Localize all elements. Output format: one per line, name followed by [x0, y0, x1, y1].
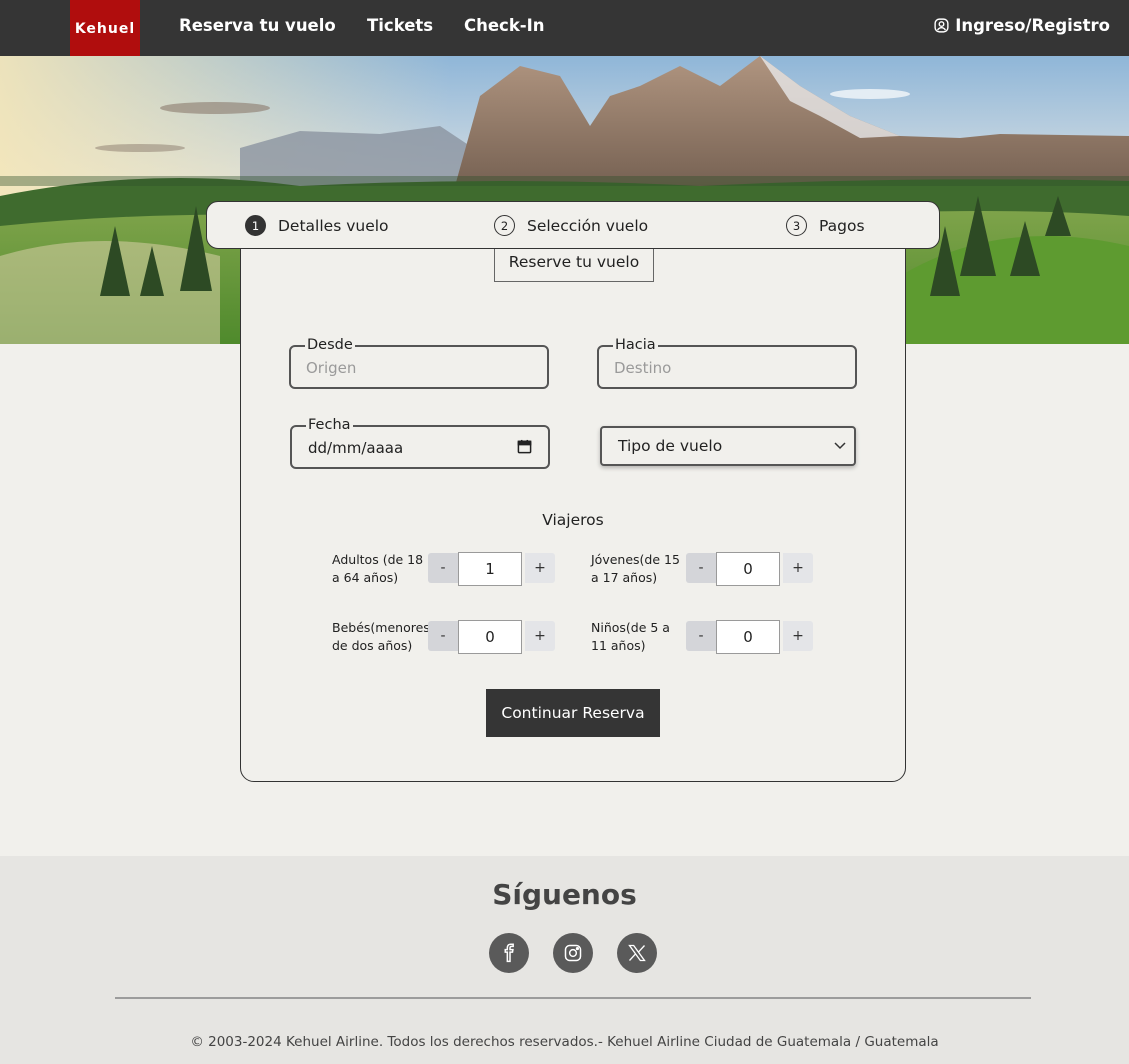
- logo[interactable]: Kehuel: [70, 0, 140, 56]
- origin-field[interactable]: Desde Origen: [289, 336, 549, 389]
- chevron-down-icon: [834, 442, 846, 450]
- step-seleccion[interactable]: 2 Selección vuelo: [494, 215, 648, 236]
- youth-label: Jóvenes(de 15 a 17 años): [591, 551, 686, 587]
- adults-count-input[interactable]: 1: [458, 552, 522, 586]
- children-plus-button[interactable]: +: [783, 621, 813, 651]
- youth-label-line1: Jóvenes(de 15: [591, 552, 680, 567]
- step-number: 1: [245, 215, 266, 236]
- flight-type-select[interactable]: Tipo de vuelo: [600, 426, 856, 466]
- origin-input[interactable]: Origen: [306, 359, 356, 377]
- nav-link-reserva[interactable]: Reserva tu vuelo: [179, 16, 336, 35]
- user-circle-icon: [934, 18, 949, 33]
- children-label-line1: Niños(de 5 a: [591, 620, 670, 635]
- facebook-link[interactable]: [489, 933, 529, 973]
- step-pagos[interactable]: 3 Pagos: [786, 215, 865, 236]
- instagram-icon: [564, 944, 582, 962]
- booking-form-card: Reserve tu vuelo Desde Origen Hacia Dest…: [240, 230, 906, 782]
- youth-label-line2: a 17 años): [591, 570, 658, 585]
- destination-input[interactable]: Destino: [614, 359, 671, 377]
- step-label: Pagos: [819, 216, 865, 235]
- date-input[interactable]: dd/mm/aaaa: [308, 439, 403, 457]
- travelers-title: Viajeros: [542, 511, 604, 529]
- continue-booking-button[interactable]: Continuar Reserva: [486, 689, 660, 737]
- x-icon: [628, 944, 646, 962]
- children-count-input[interactable]: 0: [716, 620, 780, 654]
- destination-field[interactable]: Hacia Destino: [597, 336, 857, 389]
- infants-stepper: - 0 +: [428, 620, 556, 654]
- step-number: 2: [494, 215, 515, 236]
- children-minus-button[interactable]: -: [686, 621, 716, 651]
- adults-label: Adultos (de 18 a 64 años): [332, 551, 427, 587]
- step-number: 3: [786, 215, 807, 236]
- adults-label-line2: a 64 años): [332, 570, 399, 585]
- youth-stepper: - 0 +: [686, 552, 814, 586]
- adults-label-line1: Adultos (de 18: [332, 552, 424, 567]
- adults-minus-button[interactable]: -: [428, 553, 458, 583]
- facebook-icon: [504, 943, 514, 963]
- youth-plus-button[interactable]: +: [783, 553, 813, 583]
- adults-plus-button[interactable]: +: [525, 553, 555, 583]
- children-stepper: - 0 +: [686, 620, 814, 654]
- x-link[interactable]: [617, 933, 657, 973]
- top-navbar: Kehuel Reserva tu vuelo Tickets Check-In…: [0, 0, 1129, 56]
- infants-label: Bebés(menores de dos años): [332, 619, 430, 655]
- step-label: Detalles vuelo: [278, 216, 389, 235]
- children-label-line2: 11 años): [591, 638, 646, 653]
- date-field[interactable]: Fecha dd/mm/aaaa: [290, 416, 550, 469]
- infants-label-line2: de dos años): [332, 638, 413, 653]
- children-label: Niños(de 5 a 11 años): [591, 619, 686, 655]
- booking-stepper: 1 Detalles vuelo 2 Selección vuelo 3 Pag…: [206, 201, 940, 249]
- youth-minus-button[interactable]: -: [686, 553, 716, 583]
- step-detalles[interactable]: 1 Detalles vuelo: [245, 215, 389, 236]
- login-link[interactable]: Ingreso/Registro: [933, 16, 1110, 35]
- follow-us-title: Síguenos: [492, 878, 637, 911]
- footer: Síguenos © 2003-2024 Kehuel Airline. Tod…: [0, 856, 1129, 1064]
- destination-label: Hacia: [613, 336, 658, 354]
- infants-plus-button[interactable]: +: [525, 621, 555, 651]
- nav-link-tickets[interactable]: Tickets: [367, 16, 433, 35]
- login-label: Ingreso/Registro: [955, 16, 1110, 35]
- flight-type-value: Tipo de vuelo: [618, 437, 723, 455]
- copyright-text: © 2003-2024 Kehuel Airline. Todos los de…: [190, 1034, 939, 1050]
- date-label: Fecha: [306, 416, 353, 434]
- youth-count-input[interactable]: 0: [716, 552, 780, 586]
- infants-minus-button[interactable]: -: [428, 621, 458, 651]
- infants-count-input[interactable]: 0: [458, 620, 522, 654]
- instagram-link[interactable]: [553, 933, 593, 973]
- adults-stepper: - 1 +: [428, 552, 556, 586]
- step-label: Selección vuelo: [527, 216, 649, 235]
- origin-label: Desde: [305, 336, 355, 354]
- footer-divider: [115, 997, 1031, 999]
- calendar-icon[interactable]: [517, 439, 532, 454]
- infants-label-line1: Bebés(menores: [332, 620, 430, 635]
- nav-link-checkin[interactable]: Check-In: [464, 16, 545, 35]
